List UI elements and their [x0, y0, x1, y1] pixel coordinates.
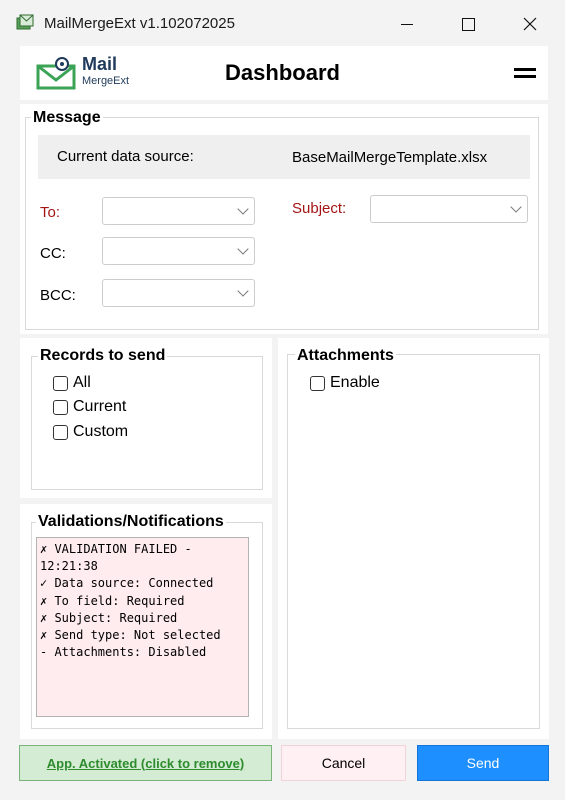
- mailmerge-app-icon: [16, 14, 34, 30]
- bcc-label: BCC:: [40, 287, 76, 304]
- maximize-icon: [461, 17, 475, 31]
- log-line: ✗ To field: Required: [40, 593, 185, 608]
- checkbox[interactable]: [53, 424, 68, 440]
- log-line: ✗ VALIDATION FAILED -: [40, 542, 192, 556]
- records-option-custom[interactable]: Custom: [53, 423, 128, 441]
- attachments-groupbox: [287, 354, 540, 729]
- validations-group-label: Validations/Notifications: [36, 513, 226, 531]
- attachments-enable-checkbox[interactable]: Enable: [310, 374, 380, 392]
- checkbox-label: All: [73, 374, 91, 391]
- to-combobox[interactable]: [102, 197, 255, 225]
- message-group-label: Message: [31, 109, 103, 127]
- validation-log[interactable]: ✗ VALIDATION FAILED - 12:21:38 ✓ Data so…: [36, 537, 249, 717]
- log-line: - Attachments: Disabled: [40, 645, 207, 660]
- bcc-combobox[interactable]: [102, 279, 255, 307]
- app-activated-button[interactable]: App. Activated (click to remove): [19, 745, 272, 781]
- log-line: ✓ Data source: Connected: [40, 576, 214, 591]
- checkbox-label: Custom: [73, 423, 129, 440]
- attachments-group-label: Attachments: [295, 347, 396, 365]
- checkbox-label: Enable: [330, 374, 380, 391]
- chevron-down-icon: [237, 203, 249, 215]
- checkbox-label: Current: [73, 398, 127, 415]
- checkbox[interactable]: [53, 399, 68, 415]
- cc-combobox[interactable]: [102, 237, 255, 265]
- send-button[interactable]: Send: [417, 745, 549, 781]
- log-line: ✗ Send type: Not selected: [40, 628, 221, 643]
- hamburger-menu-icon[interactable]: [514, 65, 536, 81]
- data-source-label: Current data source:: [57, 148, 194, 165]
- records-group-label: Records to send: [38, 347, 168, 365]
- cc-label: CC:: [40, 245, 66, 262]
- close-button[interactable]: [507, 8, 553, 40]
- data-source-value: BaseMailMergeTemplate.xlsx: [292, 149, 488, 166]
- to-label: To:: [40, 204, 61, 221]
- subject-combobox[interactable]: [370, 195, 528, 223]
- checkbox[interactable]: [53, 375, 68, 391]
- maximize-button[interactable]: [445, 8, 491, 40]
- chevron-down-icon: [237, 285, 249, 297]
- checkbox[interactable]: [310, 375, 325, 391]
- close-icon: [523, 17, 537, 31]
- window-title: MailMergeExt v1.102072025: [44, 15, 235, 32]
- log-line: ✗ Subject: Required: [40, 610, 178, 625]
- cancel-button[interactable]: Cancel: [281, 745, 406, 781]
- subject-label: Subject:: [292, 200, 347, 217]
- page-title: Dashboard: [225, 60, 340, 85]
- minimize-button[interactable]: [384, 8, 430, 40]
- chevron-down-icon: [237, 243, 249, 255]
- minimize-icon: [401, 23, 413, 25]
- records-option-current[interactable]: Current: [53, 398, 126, 416]
- log-line: 12:21:38: [40, 559, 98, 574]
- chevron-down-icon: [510, 201, 522, 213]
- records-option-all[interactable]: All: [53, 374, 91, 392]
